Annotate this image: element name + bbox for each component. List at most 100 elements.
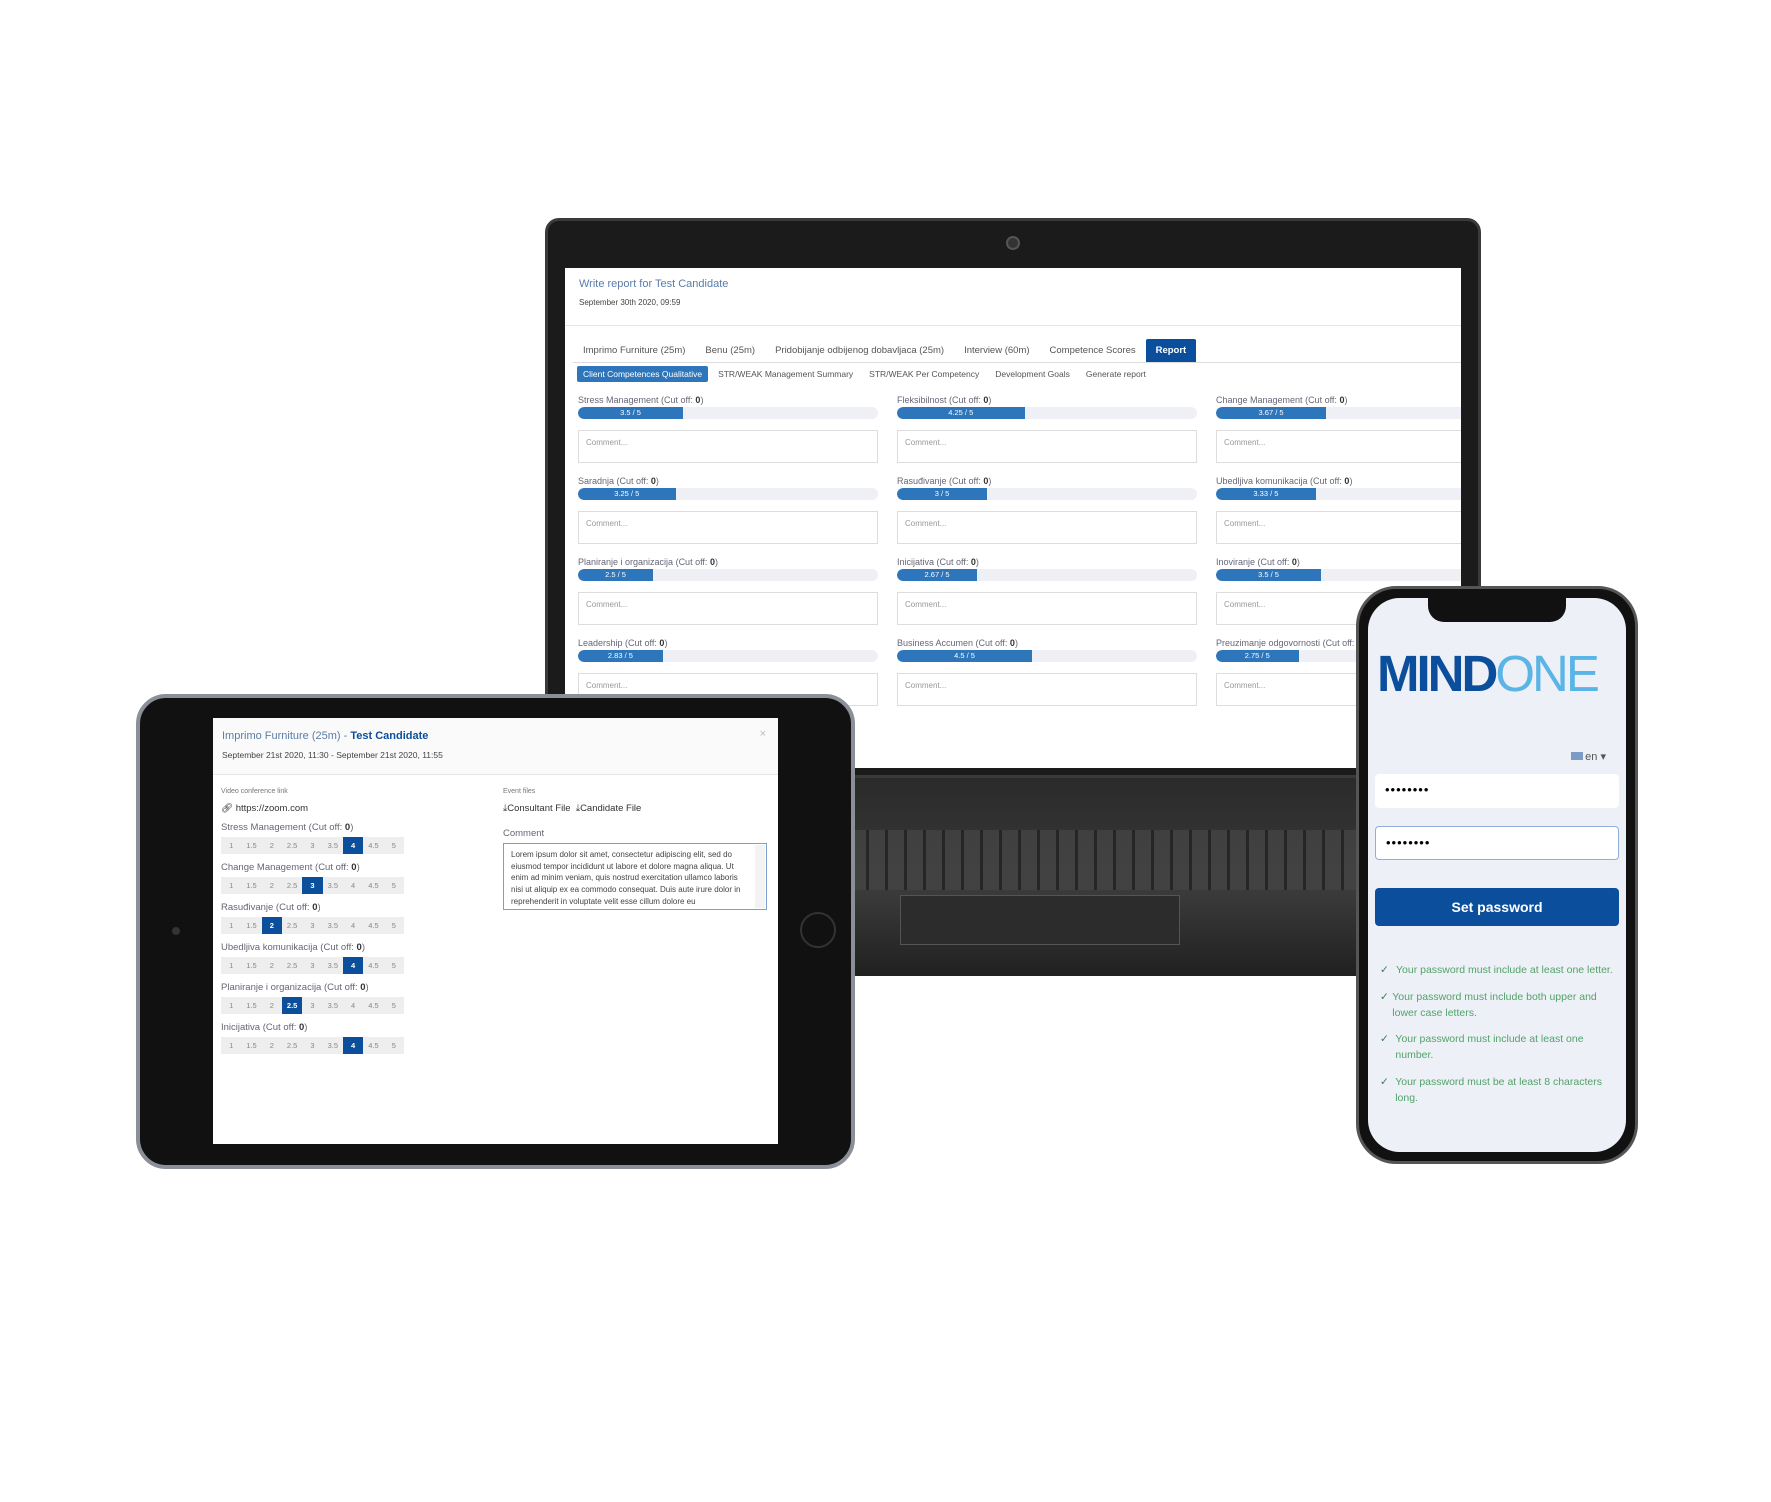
comment-textarea[interactable]: Lorem ipsum dolor sit amet, consectetur … (503, 843, 767, 910)
candidate-file-link[interactable]: ⤓Candidate File (576, 803, 641, 814)
rating-option[interactable]: 5 (384, 997, 404, 1014)
rating-option[interactable]: 1.5 (241, 837, 261, 854)
rating-option[interactable]: 4.5 (363, 917, 383, 934)
comment-input[interactable]: Comment... (578, 592, 878, 625)
rating-option[interactable]: 1 (221, 997, 241, 1014)
rating-option[interactable]: 1 (221, 957, 241, 974)
close-icon[interactable]: × (760, 728, 766, 740)
rating-option[interactable]: 2.5 (282, 877, 302, 894)
rating-option[interactable]: 2.5 (281, 997, 303, 1014)
video-link[interactable]: 🔗︎ https://zoom.com (221, 803, 471, 814)
rating-option[interactable]: 2.5 (282, 957, 302, 974)
tab-4[interactable]: Competence Scores (1040, 339, 1146, 362)
password-input[interactable]: •••••••• (1375, 774, 1619, 808)
rating-option[interactable]: 3 (302, 917, 322, 934)
competence-name: Planiranje i organizacija (578, 557, 674, 567)
check-icon: ✓ (1380, 990, 1389, 1003)
tab-2[interactable]: Pridobijanje odbijenog dobavljaca (25m) (765, 339, 954, 362)
rating-option[interactable]: 1 (221, 877, 241, 894)
tab-1[interactable]: Benu (25m) (695, 339, 765, 362)
rating-option[interactable]: 5 (384, 917, 404, 934)
subtab-0[interactable]: Client Competences Qualitative (577, 366, 709, 382)
rating-option[interactable]: 4.5 (363, 997, 383, 1014)
rating-option[interactable]: 2 (262, 877, 282, 894)
rating-option[interactable]: 3 (302, 1037, 322, 1054)
rating-option[interactable]: 4.5 (363, 877, 383, 894)
comment-input[interactable]: Comment... (897, 592, 1197, 625)
rating-option[interactable]: 3.5 (323, 997, 343, 1014)
rating-option[interactable]: 3.5 (323, 877, 343, 894)
rating-option[interactable]: 3.5 (323, 837, 343, 854)
tab-0[interactable]: Imprimo Furniture (25m) (573, 339, 695, 362)
laptop-screen: Write report for Test Candidate Septembe… (565, 268, 1461, 768)
consultant-file-link[interactable]: ⤓Consultant File (503, 803, 571, 814)
subtab-1[interactable]: STR/WEAK Management Summary (712, 366, 859, 382)
rating-option[interactable]: 4 (342, 1037, 364, 1054)
rating-option[interactable]: 4.5 (363, 957, 383, 974)
rating-option[interactable]: 1 (221, 917, 241, 934)
rating-option[interactable]: 2.5 (282, 837, 302, 854)
rating-option[interactable]: 4.5 (363, 1037, 383, 1054)
rating-option[interactable]: 5 (384, 1037, 404, 1054)
rating-option[interactable]: 3 (302, 997, 322, 1014)
score-fill: 3.33 / 5 (1216, 488, 1316, 500)
competence-name: Inoviranje (1216, 557, 1256, 567)
subtab-3[interactable]: Development Goals (989, 366, 1076, 382)
rating-option[interactable]: 1.5 (241, 917, 261, 934)
video-label: Video conference link (221, 788, 288, 795)
set-password-button[interactable]: Set password (1375, 888, 1619, 926)
rating-option[interactable]: 3.5 (323, 1037, 343, 1054)
comment-input[interactable]: Comment... (897, 511, 1197, 544)
rating-option[interactable]: 1 (221, 1037, 241, 1054)
comment-input[interactable]: Comment... (897, 430, 1197, 463)
rating-option[interactable]: 4 (343, 917, 363, 934)
scrollbar[interactable] (755, 845, 765, 908)
comment-input[interactable]: Comment... (1216, 430, 1461, 463)
cutoff-label: Cut off: (1260, 557, 1290, 567)
subtab-2[interactable]: STR/WEAK Per Competency (863, 366, 985, 382)
language-selector[interactable]: en ▾ (1571, 750, 1606, 763)
rating-option[interactable]: 4 (342, 837, 364, 854)
rating-option[interactable]: 4 (343, 877, 363, 894)
rating-option[interactable]: 3 (302, 957, 322, 974)
rating-option[interactable]: 4 (343, 997, 363, 1014)
rating-option[interactable]: 2.5 (282, 1037, 302, 1054)
rating-option[interactable]: 2 (261, 917, 282, 934)
rating-option[interactable]: 5 (384, 837, 404, 854)
rating-option[interactable]: 5 (384, 957, 404, 974)
rating-option[interactable]: 1.5 (241, 957, 261, 974)
competence-item: Saradnja (Cut off: 0) 3.25 / 5 Comment... (578, 476, 878, 557)
page-title: Write report for Test Candidate (579, 278, 729, 290)
competence-label: Rasuđivanje (Cut off: 0) (897, 476, 992, 486)
comment-input[interactable]: Comment... (1216, 511, 1461, 544)
rating-option[interactable]: 2 (262, 997, 282, 1014)
rating-option[interactable]: 4 (342, 957, 364, 974)
confirm-password-input[interactable]: •••••••• (1375, 826, 1619, 860)
rating-option[interactable]: 3 (302, 877, 323, 894)
rating-option[interactable]: 2.5 (282, 917, 302, 934)
requirement-item: ✓ Your password must include at least one… (1380, 1031, 1616, 1063)
rating-option[interactable]: 1 (221, 837, 241, 854)
rating-option[interactable]: 5 (384, 877, 404, 894)
rating-option[interactable]: 2 (262, 1037, 282, 1054)
competence-name: Inicijativa (221, 1022, 261, 1033)
rating-option[interactable]: 3 (302, 837, 322, 854)
competence-name: Ubedljiva komunikacija (221, 942, 318, 953)
rating-option[interactable]: 1.5 (241, 1037, 261, 1054)
rating-option[interactable]: 1.5 (241, 997, 261, 1014)
tab-5[interactable]: Report (1145, 339, 1197, 362)
rating-option[interactable]: 1.5 (241, 877, 261, 894)
rating-option[interactable]: 3.5 (323, 957, 343, 974)
rating-option[interactable]: 2 (262, 957, 282, 974)
rating-option[interactable]: 3.5 (323, 917, 343, 934)
comment-input[interactable]: Comment... (578, 511, 878, 544)
subtab-4[interactable]: Generate report (1080, 366, 1152, 382)
rating-option[interactable]: 4.5 (363, 837, 383, 854)
language-code: en (1585, 751, 1598, 763)
comment-input[interactable]: Comment... (578, 430, 878, 463)
rating-option[interactable]: 2 (262, 837, 282, 854)
video-link-text: https://zoom.com (235, 803, 309, 814)
comment-input[interactable]: Comment... (897, 673, 1197, 706)
tab-3[interactable]: Interview (60m) (954, 339, 1039, 362)
webcam-icon (1006, 236, 1020, 250)
